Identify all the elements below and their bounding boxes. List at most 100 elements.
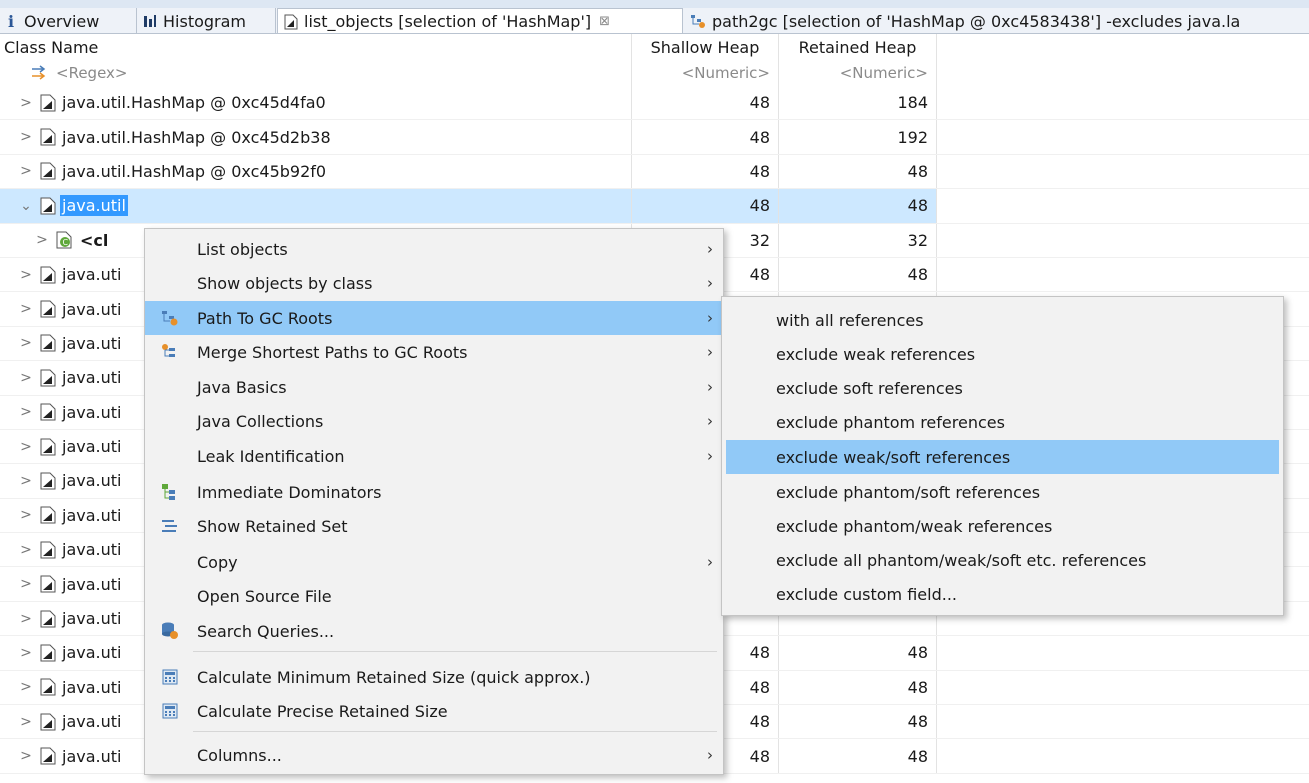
chevron-down-icon[interactable]: ⌄ (16, 198, 36, 214)
regex-placeholder: <Regex> (56, 64, 128, 82)
menu-item-list-objects[interactable]: List objects › (145, 232, 723, 266)
chevron-right-icon[interactable]: > (16, 542, 36, 558)
object-icon (40, 300, 56, 318)
submenu-item-exclude-phantom-soft[interactable]: exclude phantom/soft references (726, 475, 1279, 509)
chevron-right-icon[interactable]: > (16, 679, 36, 695)
object-icon (40, 197, 56, 215)
chevron-right-icon[interactable]: > (16, 576, 36, 592)
retained-heap-filter-input[interactable]: <Numeric> (779, 60, 937, 86)
menu-separator (193, 731, 717, 732)
submenu-arrow-icon: › (707, 447, 713, 465)
retained-heap-cell: 48 (779, 636, 937, 670)
shallow-heap-cell: 48 (632, 86, 779, 120)
chevron-right-icon[interactable]: > (16, 714, 36, 730)
submenu-arrow-icon: › (707, 309, 713, 327)
regex-filter-input[interactable]: <Regex> (0, 60, 632, 86)
chevron-right-icon[interactable]: > (16, 301, 36, 317)
menu-item-immediate-dominators[interactable]: Immediate Dominators (145, 475, 723, 509)
chevron-right-icon[interactable]: > (16, 645, 36, 661)
submenu-arrow-icon: › (707, 412, 713, 430)
chevron-right-icon[interactable]: > (16, 611, 36, 627)
menu-item-leak-identification[interactable]: Leak Identification › (145, 439, 723, 473)
retained-heap-cell: 48 (779, 257, 937, 292)
menu-item-calculate-minimum-retained-size[interactable]: Calculate Minimum Retained Size (quick a… (145, 660, 723, 694)
table-row[interactable]: > java.util.HashMap @ 0xc45d4fa0 48 184 (0, 86, 1309, 121)
chevron-right-icon[interactable]: > (16, 473, 36, 489)
class-name-cell: <cl (80, 230, 109, 250)
class-name-cell: java.uti (62, 402, 122, 422)
submenu-arrow-icon: › (707, 553, 713, 571)
column-header-class-name[interactable]: Class Name (0, 34, 632, 60)
menu-item-copy[interactable]: Copy › (145, 545, 723, 579)
submenu-item-exclude-all[interactable]: exclude all phantom/weak/soft etc. refer… (726, 543, 1279, 577)
submenu-item-with-all-references[interactable]: with all references (726, 303, 1279, 337)
retained-heap-cell: 48 (779, 670, 937, 705)
submenu-item-exclude-custom-field[interactable]: exclude custom field... (726, 577, 1279, 611)
calculator-icon (159, 666, 181, 688)
retained-heap-cell: 48 (779, 705, 937, 739)
chevron-right-icon[interactable]: > (16, 748, 36, 764)
path-gc-icon (159, 307, 181, 329)
submenu-item-exclude-phantom[interactable]: exclude phantom references (726, 405, 1279, 439)
close-icon[interactable]: ⊠ (599, 14, 610, 29)
svg-text:i: i (8, 13, 14, 29)
list-objects-icon (284, 14, 298, 30)
class-icon: C (56, 231, 74, 249)
chevron-right-icon[interactable]: > (16, 507, 36, 523)
menu-item-path-to-gc-roots[interactable]: Path To GC Roots › (145, 301, 723, 335)
class-name-cell: java.uti (62, 471, 122, 491)
class-name-cell: java.uti (62, 609, 122, 629)
table-row[interactable]: > java.util.HashMap @ 0xc45b92f0 48 48 (0, 154, 1309, 190)
menu-item-show-objects-by-class[interactable]: Show objects by class › (145, 266, 723, 300)
chevron-right-icon[interactable]: > (16, 129, 36, 145)
chevron-right-icon[interactable]: > (16, 370, 36, 386)
shallow-heap-cell: 48 (632, 189, 779, 223)
chevron-right-icon[interactable]: > (16, 439, 36, 455)
class-name-cell: java.uti (62, 437, 122, 457)
class-name-cell: java.util.HashMap @ 0xc45d4fa0 (62, 93, 326, 113)
object-icon (40, 541, 56, 559)
object-icon (40, 610, 56, 628)
tab-histogram[interactable]: Histogram (137, 8, 276, 33)
chevron-right-icon[interactable]: > (16, 404, 36, 420)
menu-item-columns[interactable]: Columns... › (145, 738, 723, 772)
retained-heap-cell: 48 (779, 189, 937, 223)
path-to-gc-roots-submenu: with all references exclude weak referen… (721, 296, 1284, 616)
chevron-right-icon[interactable]: > (16, 267, 36, 283)
table-row-selected[interactable]: ⌄ java.util 48 48 (0, 189, 1309, 224)
submenu-item-exclude-weak-soft[interactable]: exclude weak/soft references (726, 440, 1279, 474)
object-icon (40, 747, 56, 765)
menu-item-java-basics[interactable]: Java Basics › (145, 370, 723, 404)
menu-item-merge-shortest-paths[interactable]: Merge Shortest Paths to GC Roots › (145, 335, 723, 369)
chevron-right-icon[interactable]: > (16, 95, 36, 111)
submenu-item-exclude-phantom-weak[interactable]: exclude phantom/weak references (726, 509, 1279, 543)
object-icon (40, 575, 56, 593)
class-name-cell: java.uti (62, 540, 122, 560)
menu-item-open-source-file[interactable]: Open Source File (145, 579, 723, 613)
object-icon (40, 403, 56, 421)
chevron-right-icon[interactable]: > (32, 232, 52, 248)
class-name-cell: java.uti (62, 299, 122, 319)
menu-item-java-collections[interactable]: Java Collections › (145, 404, 723, 438)
menu-item-search-queries[interactable]: Search Queries... (145, 614, 723, 648)
tab-path2gc[interactable]: path2gc [selection of 'HashMap @ 0xc4583… (684, 8, 1309, 33)
info-icon: i (6, 13, 18, 29)
calculator-icon (159, 700, 181, 722)
column-header-retained-heap[interactable]: Retained Heap (779, 34, 937, 60)
submenu-item-exclude-weak[interactable]: exclude weak references (726, 337, 1279, 371)
menu-item-show-retained-set[interactable]: Show Retained Set (145, 509, 723, 543)
column-header-shallow-heap[interactable]: Shallow Heap (632, 34, 779, 60)
submenu-arrow-icon: › (707, 343, 713, 361)
histogram-icon (143, 14, 157, 28)
object-icon (40, 506, 56, 524)
submenu-item-exclude-soft[interactable]: exclude soft references (726, 371, 1279, 405)
tab-overview[interactable]: i Overview (0, 8, 137, 33)
table-row[interactable]: > java.util.HashMap @ 0xc45d2b38 48 192 (0, 120, 1309, 155)
chevron-right-icon[interactable]: > (16, 335, 36, 351)
shallow-heap-filter-input[interactable]: <Numeric> (632, 60, 779, 86)
menu-item-calculate-precise-retained-size[interactable]: Calculate Precise Retained Size (145, 694, 723, 728)
tab-list-objects[interactable]: list_objects [selection of 'HashMap'] ⊠ (277, 8, 683, 33)
object-icon (40, 369, 56, 387)
tab-label: path2gc [selection of 'HashMap @ 0xc4583… (712, 11, 1241, 31)
chevron-right-icon[interactable]: > (16, 163, 36, 179)
